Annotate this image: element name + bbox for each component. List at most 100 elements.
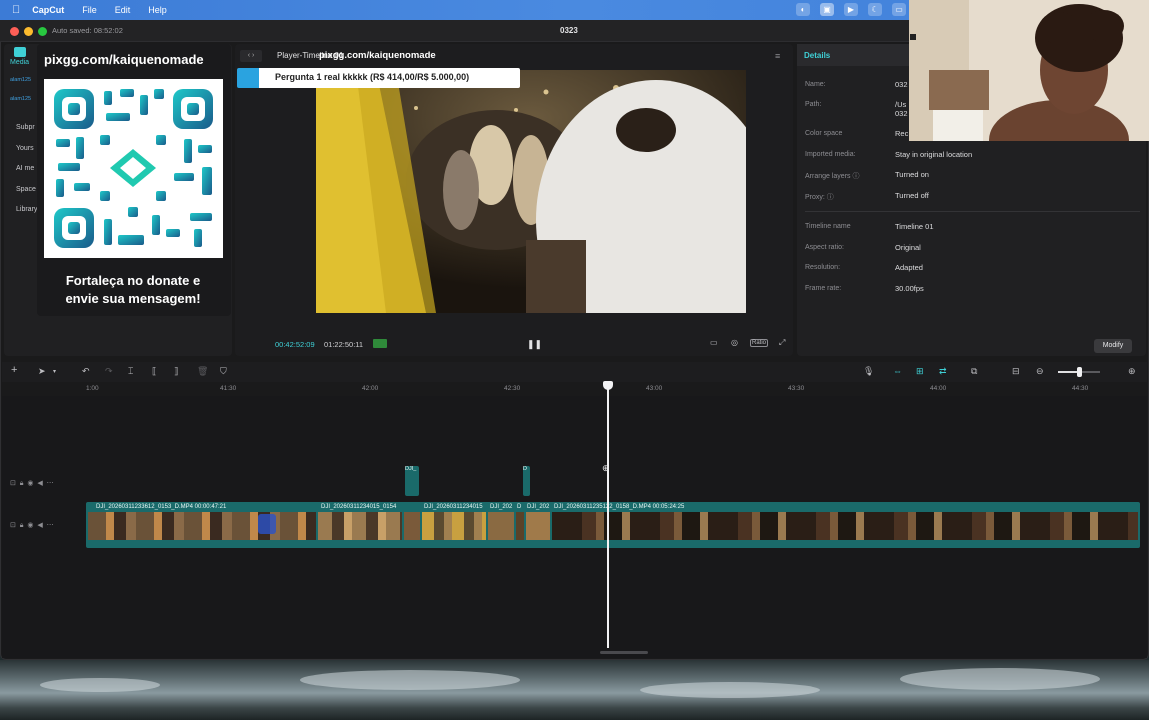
- trim-right-icon[interactable]: ⟧: [174, 366, 178, 377]
- timeline-scrollbar[interactable]: [600, 651, 648, 654]
- media-icon[interactable]: [14, 47, 26, 57]
- menubar-status-icon[interactable]: ◐: [796, 3, 810, 16]
- split-icon[interactable]: ⌶: [128, 366, 133, 377]
- play-circle-icon[interactable]: ▶: [844, 3, 858, 16]
- snapshot-icon[interactable]: ◎: [731, 338, 738, 347]
- screen-record-icon[interactable]: ▣: [820, 3, 834, 16]
- zoom-out-icon[interactable]: ⊖: [1036, 366, 1044, 377]
- track-cover-icon[interactable]: ⊡: [10, 480, 16, 487]
- lock-icon[interactable]: 🔒︎: [20, 522, 24, 529]
- minimize-window-button[interactable]: [24, 27, 33, 36]
- zoom-slider-fill: [1058, 371, 1079, 373]
- zoom-in-icon[interactable]: ⊕: [1128, 366, 1136, 377]
- detail-label: Imported media:: [805, 151, 856, 158]
- video-clip[interactable]: [526, 512, 550, 540]
- nav-library[interactable]: Library: [16, 206, 37, 213]
- select-tool-icon[interactable]: ➤: [38, 366, 46, 377]
- overlay-clip[interactable]: DJI_: [405, 466, 419, 496]
- chevron-down-icon[interactable]: ▾: [53, 368, 56, 375]
- track-controls-overlay: ⊡ 🔒︎ ◉ ◀ ⋯: [10, 479, 54, 488]
- eye-icon[interactable]: ◉: [27, 480, 33, 487]
- overlay-url-text: pixgg.com/kaiquenomade: [319, 50, 436, 61]
- detail-value: 032: [895, 80, 908, 89]
- modify-button[interactable]: Modify: [1094, 339, 1132, 353]
- menu-help[interactable]: Help: [148, 5, 167, 15]
- video-clip[interactable]: [88, 512, 316, 540]
- webcam-feed: [909, 0, 1149, 141]
- undo-icon[interactable]: ↶: [82, 366, 90, 377]
- video-clip[interactable]: [422, 512, 486, 540]
- video-clip[interactable]: [404, 512, 420, 540]
- clip-label: DJI_20260311234015_0154: [321, 504, 397, 510]
- media-item[interactable]: alam125: [10, 96, 31, 102]
- current-time: 00:42:52:09: [275, 340, 315, 349]
- clip-label: DJI_20260311234015: [424, 504, 483, 510]
- microphone-icon[interactable]: 🎙: [863, 366, 874, 377]
- qr-code-image: [44, 79, 223, 258]
- add-track-icon[interactable]: +: [11, 364, 17, 376]
- track-cover-icon[interactable]: ⊡: [10, 522, 16, 529]
- detail-value: Original: [895, 243, 921, 252]
- playhead[interactable]: [607, 383, 609, 648]
- clip-label: DJI_20260311233612_0153_D.MP4 00:00:47:2…: [96, 504, 227, 510]
- detail-label: Frame rate:: [805, 285, 842, 292]
- nav-yours[interactable]: Yours: [16, 145, 34, 152]
- marker-icon[interactable]: ⛉: [220, 366, 227, 377]
- nav-space[interactable]: Space: [16, 186, 36, 193]
- ratio-button[interactable]: Ratio: [750, 339, 769, 347]
- fullscreen-fit-icon[interactable]: ▭: [710, 338, 718, 347]
- menu-file[interactable]: File: [82, 5, 97, 15]
- magnet-snap-icon[interactable]: ⊞: [916, 366, 924, 377]
- media-item[interactable]: alam125: [10, 77, 31, 83]
- player-menu-icon[interactable]: ≡: [775, 51, 780, 61]
- ruler-label: 1:00: [86, 385, 99, 392]
- detail-value: Timeline 01: [895, 222, 934, 231]
- linkage-icon[interactable]: ⇄: [939, 366, 947, 377]
- video-clip[interactable]: [488, 512, 514, 540]
- close-window-button[interactable]: [10, 27, 19, 36]
- video-clip[interactable]: [516, 512, 524, 540]
- eye-icon[interactable]: ◉: [27, 522, 33, 529]
- ruler-label: 41:30: [220, 385, 237, 392]
- delete-icon[interactable]: 🗑: [197, 366, 208, 377]
- fullscreen-icon[interactable]: ⤢: [779, 338, 785, 348]
- speaker-icon[interactable]: ◀: [37, 480, 42, 487]
- fit-timeline-icon[interactable]: ⊟: [1012, 366, 1020, 377]
- video-clip[interactable]: [552, 512, 1138, 540]
- link-main-track-icon[interactable]: ⇔: [893, 366, 902, 376]
- more-icon[interactable]: ⋯: [47, 522, 54, 529]
- redo-icon[interactable]: ↷: [105, 366, 113, 377]
- lock-icon[interactable]: 🔒︎: [20, 480, 24, 487]
- detail-label: Resolution:: [805, 264, 841, 271]
- tab-details[interactable]: Details: [804, 51, 830, 60]
- zoom-window-button[interactable]: [38, 27, 47, 36]
- window-icon[interactable]: ▭: [892, 3, 906, 16]
- detail-label: Proxy: ⓘ: [805, 194, 834, 201]
- speaker-icon[interactable]: ◀: [37, 522, 42, 529]
- clip-label: D: [517, 504, 522, 510]
- panel-nav-arrows[interactable]: ‹ ›: [240, 50, 262, 62]
- apple-menu-icon[interactable]: : [12, 4, 20, 16]
- donation-url: pixgg.com/kaiquenomade: [44, 52, 204, 67]
- more-icon[interactable]: ⋯: [47, 480, 54, 487]
- nav-subtitles[interactable]: Subpr: [16, 124, 35, 131]
- clip-label: DJI_202: [490, 504, 513, 510]
- video-preview[interactable]: [316, 70, 746, 313]
- zoom-slider-handle[interactable]: [1077, 367, 1082, 377]
- overlay-clip[interactable]: D: [523, 466, 530, 496]
- moon-icon[interactable]: ☾: [868, 3, 882, 16]
- desktop-wallpaper: [0, 660, 1149, 720]
- ruler-label: 44:00: [930, 385, 947, 392]
- video-clip[interactable]: [318, 512, 402, 540]
- pause-button[interactable]: ❚❚: [527, 339, 542, 350]
- preview-axis-icon[interactable]: ⧉: [971, 366, 977, 377]
- nav-ai-media[interactable]: AI me: [16, 165, 34, 172]
- menu-edit[interactable]: Edit: [115, 5, 131, 15]
- audio-meter-icon: [373, 339, 387, 348]
- nav-media[interactable]: Media: [10, 59, 29, 66]
- autosave-status: Auto saved: 08:52:02: [52, 26, 123, 35]
- app-menu[interactable]: CapCut: [32, 5, 64, 15]
- trim-left-icon[interactable]: ⟦: [152, 366, 156, 377]
- ruler-label: 43:30: [788, 385, 805, 392]
- detail-value: 032: [895, 109, 908, 118]
